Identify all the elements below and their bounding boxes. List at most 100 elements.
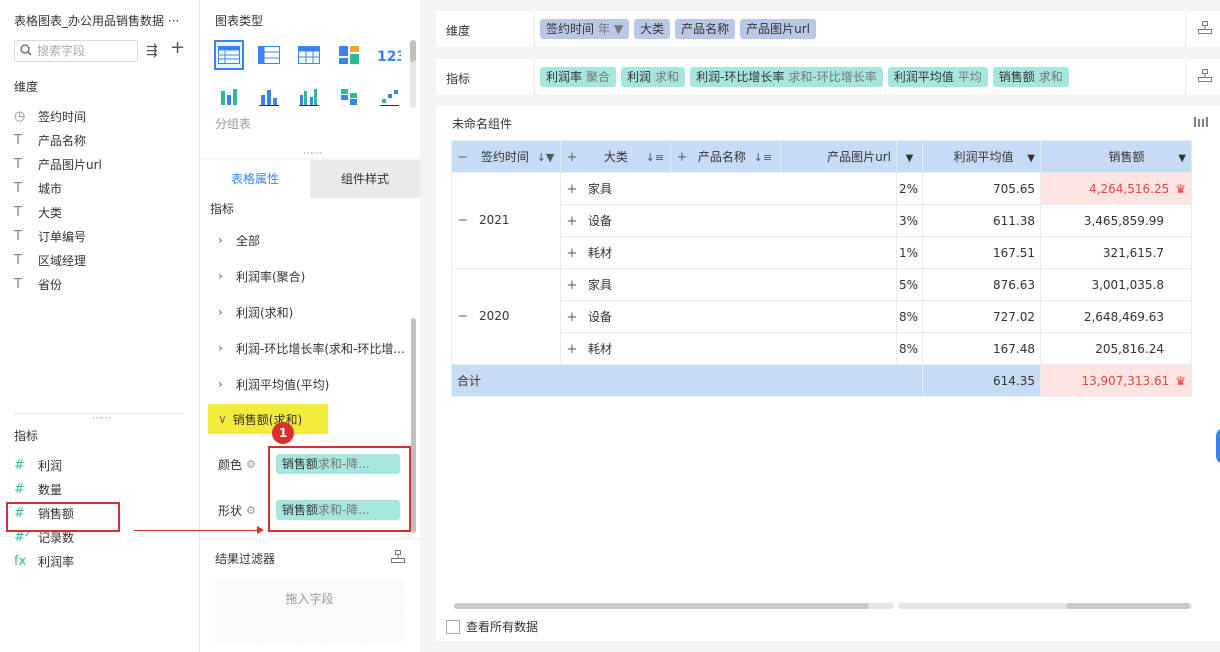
bar-chart-icon[interactable] [254, 82, 284, 112]
category-cell: + 设备 [560, 204, 897, 237]
field-chip[interactable]: 利润率 聚合 [540, 67, 617, 87]
group-table: − 签约时间 ↓▼ + 大类 ↓≡ + 产品名称 ↓≡ 产品图片url ▼ 利润… [451, 140, 1192, 397]
dimension-field-item[interactable]: T 大类 [14, 200, 102, 224]
color-field-pill[interactable]: 销售额求和-降... [275, 454, 400, 474]
sort-icon[interactable]: ↓≡ [646, 151, 664, 164]
horizontal-scrollbar-left[interactable] [454, 603, 894, 609]
indicator-prop-item[interactable]: › 全部 [218, 222, 405, 258]
indicator-prop-sales-expanded[interactable]: ∨ 销售额(求和) [208, 404, 328, 434]
expand-icon[interactable]: + [566, 342, 578, 357]
expand-icon[interactable]: + [566, 214, 578, 229]
floating-assistant-button[interactable] [1216, 428, 1220, 464]
indicator-prop-label: 利润(求和) [236, 305, 294, 320]
panel-split-handle[interactable]: ⋯⋯ [92, 413, 111, 424]
dropdown-icon[interactable]: ▼ [1027, 153, 1035, 164]
dimension-field-item[interactable]: T 产品图片url [14, 152, 102, 176]
measure-shelf-label: 指标 [446, 72, 471, 86]
horizontal-scrollbar-right[interactable] [898, 603, 1192, 609]
field-chip[interactable]: 利润平均值 平均 [887, 67, 988, 87]
settings-gear-icon[interactable]: ⚙ [246, 504, 256, 517]
measure-field-item[interactable]: fx 利润率 [14, 549, 74, 573]
property-scrollbar[interactable] [411, 318, 416, 533]
dimension-field-item[interactable]: T 省份 [14, 272, 102, 296]
search-icon [20, 43, 32, 59]
widget-title[interactable]: 未命名组件 [452, 115, 512, 132]
chip-field: 大类 [640, 22, 665, 36]
section-divider [14, 413, 184, 414]
multi-series-bar-chart-icon[interactable] [214, 82, 244, 112]
dataset-title[interactable]: 表格图表_办公用品销售数据 ··· [14, 12, 179, 29]
treemap-chart-icon[interactable] [334, 40, 364, 70]
dropdown-icon[interactable]: ▼ [906, 153, 914, 164]
dimension-field-item[interactable]: T 产品名称 [14, 128, 102, 152]
measure-field-item[interactable]: # 利润 [14, 453, 74, 477]
detail-table-chart-icon[interactable] [294, 40, 324, 70]
dimension-field-item[interactable]: T 订单编号 [14, 224, 102, 248]
collapse-icon[interactable]: − [457, 309, 469, 324]
dimension-field-item[interactable]: T 区域经理 [14, 248, 102, 272]
measure-field-item[interactable]: # 销售额 [14, 501, 74, 525]
indicator-prop-item[interactable]: › 利润(求和) [218, 294, 405, 330]
filter-drop-zone[interactable]: 拖入字段 [214, 578, 405, 644]
expand-icon[interactable]: + [566, 310, 578, 325]
field-chip[interactable]: 销售额 求和 [992, 67, 1069, 87]
expand-icon[interactable]: + [676, 150, 688, 165]
indicator-prop-item[interactable]: › 利润平均值(平均) [218, 366, 405, 402]
stacked-bar-chart-icon[interactable] [334, 82, 364, 112]
expand-icon[interactable]: + [566, 182, 578, 197]
collapse-icon[interactable]: − [457, 150, 469, 165]
kpi-number-chart-icon[interactable]: 123 [374, 40, 404, 70]
add-field-icon[interactable]: + [170, 39, 185, 57]
field-chip[interactable]: 签约时间年 ▼ [540, 19, 630, 39]
tab-table-properties[interactable]: 表格属性 [200, 160, 310, 198]
avg-profit-cell: 611.38 [922, 204, 1041, 237]
field-search-input[interactable] [37, 44, 127, 58]
settings-gear-icon[interactable]: ⚙ [246, 458, 256, 471]
cross-table-chart-icon[interactable] [254, 40, 284, 70]
expand-icon[interactable]: + [566, 278, 578, 293]
field-search-box[interactable] [14, 40, 138, 62]
measure-section-title: 指标 [14, 429, 39, 443]
indicator-prop-item[interactable]: › 利润率(聚合) [218, 258, 405, 294]
measure-field-item[interactable]: #ᐟ 记录数 [14, 525, 74, 549]
group-table-chart-icon[interactable] [214, 40, 244, 70]
header-truncated-column[interactable]: ▼ [896, 140, 923, 173]
dimension-field-item[interactable]: ◷ 签约时间 [14, 104, 102, 128]
field-chip[interactable]: 利润 求和 [621, 67, 686, 87]
scatter-chart-icon[interactable] [374, 82, 404, 112]
chart-type-scrollbar[interactable] [410, 40, 416, 108]
tab-component-style[interactable]: 组件样式 [310, 160, 420, 198]
header-sales[interactable]: 销售额 ▼ [1040, 140, 1192, 173]
sort-icon[interactable]: ↓≡ [754, 151, 772, 164]
panel-split-handle-mid[interactable]: ⋯⋯ [303, 148, 322, 159]
field-chip[interactable]: 产品图片url [740, 19, 816, 39]
field-type-filter-icon[interactable]: ⇶ [146, 42, 158, 60]
header-category[interactable]: + 大类 ↓≡ [560, 140, 671, 173]
column-settings-icon[interactable] [1194, 116, 1208, 131]
expand-icon[interactable]: + [566, 150, 578, 165]
dimension-field-item[interactable]: T 城市 [14, 176, 102, 200]
text-field-icon: T [14, 228, 22, 244]
field-chip[interactable]: 利润-环比增长率 求和-环比增长率 [690, 67, 883, 87]
hierarchy-icon[interactable] [1198, 69, 1212, 85]
header-product-name[interactable]: + 产品名称 ↓≡ [670, 140, 781, 173]
hierarchy-icon[interactable] [1198, 21, 1212, 37]
sales-value: 2,648,469.63 [1083, 309, 1164, 324]
dropdown-icon[interactable]: ▼ [1178, 153, 1186, 164]
table-row: −2020 + 家具 5% 876.63 3,001,035.8 [451, 268, 1192, 365]
collapse-icon[interactable]: − [457, 213, 469, 228]
field-chip[interactable]: 大类 [634, 19, 671, 39]
indicator-prop-item[interactable]: › 利润-环比增长率(求和-环比增... [218, 330, 405, 366]
shape-field-pill[interactable]: 销售额求和-降... [275, 500, 400, 520]
header-product-image-url[interactable]: 产品图片url [780, 140, 897, 173]
header-sign-time[interactable]: − 签约时间 ↓▼ [451, 140, 561, 173]
expand-icon[interactable]: + [566, 246, 578, 261]
view-all-data[interactable]: 查看所有数据 [446, 618, 538, 635]
field-chip[interactable]: 产品名称 [675, 19, 736, 39]
measure-field-item[interactable]: # 数量 [14, 477, 74, 501]
hierarchy-icon[interactable] [391, 550, 405, 566]
header-avg-profit[interactable]: 利润平均值 ▼ [922, 140, 1041, 173]
sort-filter-icon[interactable]: ↓▼ [537, 151, 555, 164]
view-all-checkbox[interactable] [446, 619, 460, 634]
grouped-bar-chart-icon[interactable] [294, 82, 324, 112]
